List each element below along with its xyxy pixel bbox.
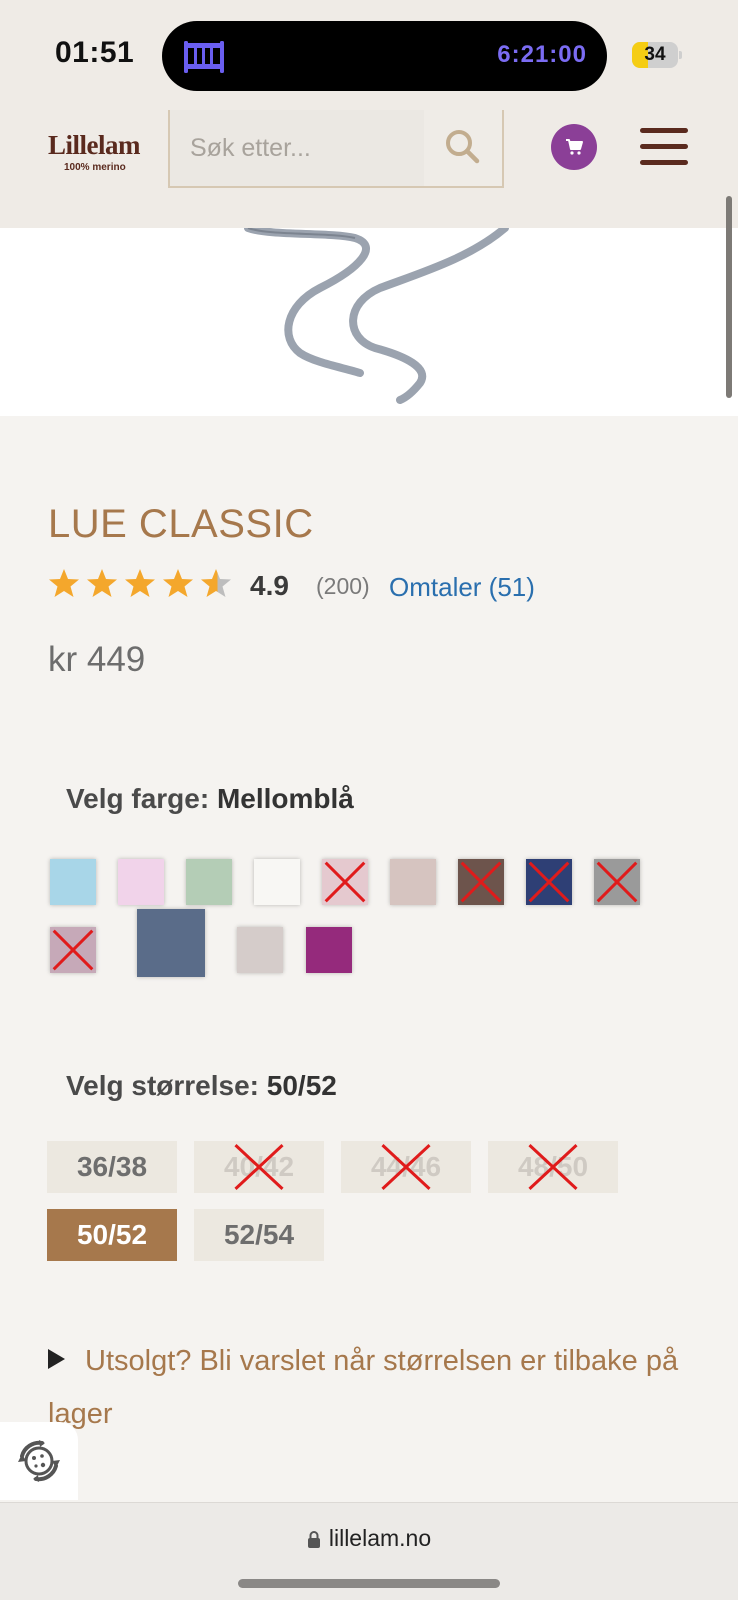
size-option-50-52[interactable]: 50/52 <box>47 1209 177 1261</box>
recycle-badge-icon <box>18 1440 60 1482</box>
size-option-label: 50/52 <box>76 1219 148 1250</box>
color-swatch[interactable] <box>237 927 283 973</box>
battery-level: 34 <box>644 44 666 65</box>
search-button[interactable] <box>424 110 502 186</box>
star-icon <box>163 569 193 597</box>
url-display[interactable]: lillelam.no <box>0 1525 738 1552</box>
size-option-36-38[interactable]: 36/38 <box>47 1141 177 1193</box>
color-label-row: Velg farge: Mellomblå <box>66 783 354 815</box>
color-swatch-selected[interactable] <box>137 909 205 977</box>
back-in-stock-toggle[interactable]: Utsolgt? Bli varslet når størrelsen er t… <box>48 1335 698 1441</box>
floating-widget[interactable] <box>0 1422 78 1500</box>
size-option-48-50[interactable]: 48/50 <box>488 1141 618 1193</box>
unavailable-cross-icon <box>526 859 572 905</box>
page-scrollbar[interactable] <box>726 196 732 398</box>
site-logo[interactable]: Lillelam 100% merino <box>48 130 148 180</box>
cart-button[interactable] <box>551 124 597 170</box>
color-swatch[interactable] <box>254 859 300 905</box>
size-label: Velg størrelse: <box>66 1070 259 1101</box>
size-option-44-46[interactable]: 44/46 <box>341 1141 471 1193</box>
product-price: kr 449 <box>48 640 146 679</box>
color-label: Velg farge: <box>66 783 210 814</box>
star-icon <box>125 569 155 597</box>
search-icon <box>446 130 480 164</box>
unavailable-cross-icon <box>322 859 368 905</box>
color-swatch[interactable] <box>458 859 504 905</box>
star-icon <box>87 569 117 597</box>
unavailable-cross-icon <box>378 1141 434 1193</box>
back-in-stock-text: Utsolgt? Bli varslet når størrelsen er t… <box>48 1345 679 1430</box>
rating-value: 4.9 <box>250 570 289 601</box>
home-indicator[interactable] <box>238 1579 500 1588</box>
rating-count: (200) <box>316 573 370 599</box>
color-swatch[interactable] <box>50 927 96 973</box>
unavailable-cross-icon <box>458 859 504 905</box>
url-text: lillelam.no <box>328 1525 432 1551</box>
status-bar: 01:51 6:21:00 34 <box>0 0 738 110</box>
logo-tagline: 100% merino <box>64 162 126 173</box>
search-box <box>168 110 504 188</box>
lock-icon <box>307 1531 320 1548</box>
live-activity-timer: 6:21:00 <box>497 41 587 68</box>
hamburger-menu-icon[interactable] <box>640 128 688 166</box>
unavailable-cross-icon <box>594 859 640 905</box>
size-option-label: 36/38 <box>76 1151 148 1182</box>
color-swatch[interactable] <box>390 859 436 905</box>
size-option-40-42[interactable]: 40/42 <box>194 1141 324 1193</box>
star-icon <box>49 569 79 597</box>
size-label-row: Velg størrelse: 50/52 <box>66 1070 337 1102</box>
size-option-label: 52/54 <box>223 1219 295 1250</box>
color-swatch[interactable] <box>594 859 640 905</box>
product-title: LUE CLASSIC <box>48 502 314 546</box>
rating-row: 4.9 (200) Omtaler (51) <box>48 565 688 605</box>
search-input[interactable] <box>170 110 426 186</box>
unavailable-cross-icon <box>525 1141 581 1193</box>
status-time: 01:51 <box>55 36 135 69</box>
logo-name: Lillelam <box>48 130 141 160</box>
color-swatch[interactable] <box>50 859 96 905</box>
cart-icon <box>566 139 583 155</box>
unavailable-cross-icon <box>50 927 96 973</box>
battery-icon: 34 <box>632 42 682 68</box>
half-star-icon <box>201 569 231 597</box>
color-swatch[interactable] <box>118 859 164 905</box>
product-image[interactable] <box>0 224 738 416</box>
color-swatch[interactable] <box>186 859 232 905</box>
site-header: Lillelam 100% merino <box>0 110 738 228</box>
crib-icon <box>184 41 224 73</box>
color-swatch[interactable] <box>322 859 368 905</box>
size-option-52-54[interactable]: 52/54 <box>194 1209 324 1261</box>
color-swatch[interactable] <box>306 927 352 973</box>
disclosure-triangle-icon <box>48 1349 65 1369</box>
color-selected-value: Mellomblå <box>216 783 354 814</box>
rating-stars <box>49 569 231 597</box>
browser-address-bar[interactable]: lillelam.no <box>0 1502 738 1600</box>
size-selected-value: 50/52 <box>266 1070 337 1101</box>
hat-drawstring-image <box>244 224 509 404</box>
dynamic-island[interactable]: 6:21:00 <box>162 21 607 91</box>
reviews-link[interactable]: Omtaler (51) <box>389 572 535 603</box>
color-swatch[interactable] <box>526 859 572 905</box>
unavailable-cross-icon <box>231 1141 287 1193</box>
